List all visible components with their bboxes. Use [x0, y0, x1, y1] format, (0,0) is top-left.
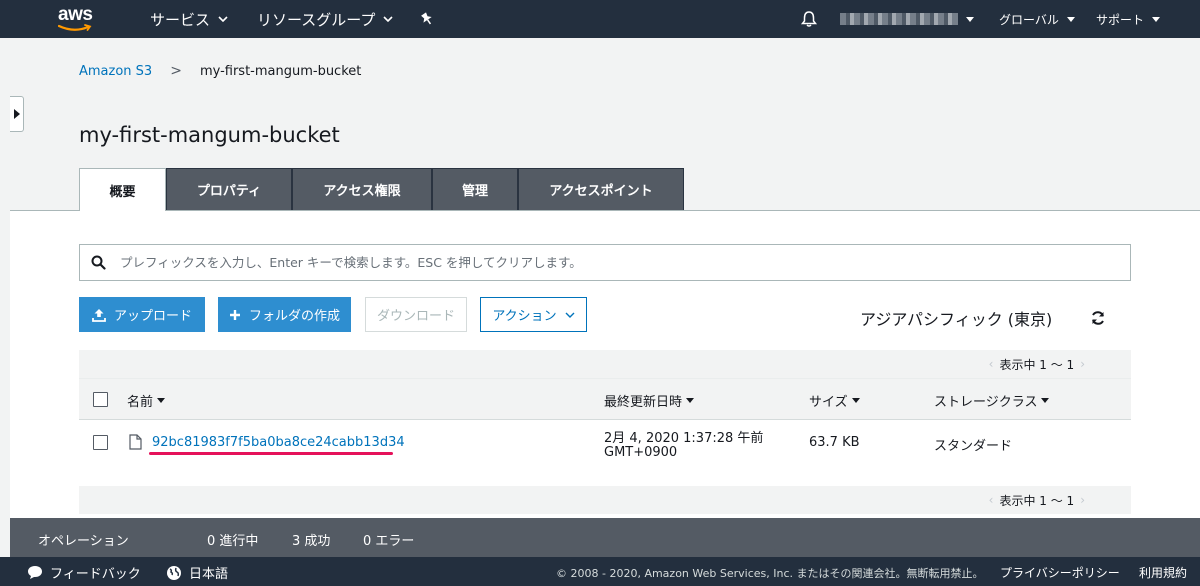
pin-icon — [421, 12, 432, 25]
privacy-policy-link[interactable]: プライバシーポリシー — [1000, 564, 1120, 581]
operations-label: オペレーション — [38, 534, 129, 549]
upload-button-label: アップロード — [113, 309, 192, 324]
tab-access-points[interactable]: アクセスポイント — [518, 168, 684, 210]
terms-link[interactable]: 利用規約 — [1139, 564, 1187, 581]
account-menu-obscured[interactable] — [840, 13, 958, 25]
resource-groups-label: リソースグループ — [257, 10, 376, 29]
object-storage-class: スタンダード — [934, 439, 1013, 454]
prefix-search-box — [79, 244, 1131, 281]
file-icon — [129, 434, 142, 450]
pager-next-button[interactable]: › — [1080, 493, 1085, 507]
create-folder-button[interactable]: フォルダの作成 — [218, 297, 351, 332]
bell-icon[interactable] — [800, 10, 818, 28]
tab-properties[interactable]: プロパティ — [166, 168, 292, 210]
operations-bar[interactable]: オペレーション 0 進行中 3 成功 0 エラー — [10, 518, 1200, 557]
aws-smile-icon — [58, 24, 92, 31]
pin-button[interactable] — [421, 0, 433, 38]
operations-errors: 0 エラー — [363, 534, 415, 549]
download-button[interactable]: ダウンロード — [365, 297, 467, 332]
column-header-last-modified[interactable]: 最終更新日時 — [604, 391, 695, 410]
object-name-link[interactable]: 92bc81983f7f5ba0ba8ce24cabb13d34 — [152, 435, 405, 450]
create-folder-button-label: フォルダの作成 — [248, 309, 340, 324]
sort-caret-icon — [157, 398, 166, 403]
globe-icon — [167, 565, 181, 580]
services-menu[interactable]: サービス — [150, 0, 228, 38]
refresh-icon[interactable] — [1090, 310, 1106, 326]
services-menu-label: サービス — [150, 10, 211, 29]
footer: フィードバック 日本語 © 2008 - 2020, Amazon Web Se… — [0, 557, 1200, 586]
object-table-header: 名前 最終更新日時 サイズ ストレージクラス — [79, 378, 1131, 420]
breadcrumb-current: my-first-mangum-bucket — [199, 63, 362, 79]
highlight-underline — [149, 452, 393, 455]
pager-next-button[interactable]: › — [1080, 357, 1085, 371]
search-icon — [91, 255, 106, 270]
prefix-search-input[interactable] — [120, 255, 1100, 270]
object-size: 63.7 KB — [809, 435, 860, 450]
operations-in-progress: 0 進行中 — [207, 534, 259, 549]
feedback-link[interactable]: フィードバック — [27, 563, 141, 582]
upload-icon — [92, 308, 106, 322]
download-button-label: ダウンロード — [376, 309, 455, 324]
tab-overview[interactable]: 概要 — [79, 168, 166, 211]
left-gutter — [0, 38, 10, 557]
chevron-down-icon — [218, 16, 228, 22]
support-menu[interactable]: サポート — [1096, 0, 1161, 38]
breadcrumb-amazon-s3-link[interactable]: Amazon S3 — [79, 64, 152, 79]
region-label: アジアパシフィック (東京) — [860, 310, 1053, 329]
column-header-size[interactable]: サイズ — [809, 391, 860, 410]
column-header-storage-class-label: ストレージクラス — [934, 395, 1038, 410]
sort-caret-icon — [1041, 398, 1050, 403]
speech-bubble-icon — [28, 566, 42, 579]
object-last-modified-timezone: GMT+0900 — [604, 445, 678, 460]
region-menu[interactable]: グローバル — [999, 0, 1075, 38]
language-label: 日本語 — [189, 567, 229, 582]
resource-groups-menu[interactable]: リソースグループ — [257, 0, 393, 38]
object-last-modified-date: 2月 4, 2020 1:37:28 午前 — [604, 431, 764, 446]
column-header-size-label: サイズ — [809, 395, 848, 410]
sort-caret-icon — [851, 398, 860, 403]
actions-dropdown[interactable]: アクション — [480, 297, 587, 332]
sort-caret-icon — [686, 398, 695, 403]
column-header-last-modified-label: 最終更新日時 — [604, 395, 683, 410]
breadcrumb-separator: > — [170, 63, 182, 79]
column-header-name[interactable]: 名前 — [127, 391, 166, 410]
caret-down-icon — [1066, 16, 1075, 22]
pager-prev-button[interactable]: ‹ — [989, 357, 994, 371]
row-checkbox[interactable] — [93, 435, 108, 450]
pager-top: ‹ 表示中 1 ～ 1 › — [79, 350, 1131, 378]
operations-success: 3 成功 — [292, 534, 331, 549]
language-selector[interactable]: 日本語 — [166, 563, 228, 582]
page-title: my-first-mangum-bucket — [79, 123, 340, 147]
region-menu-label: グローバル — [999, 12, 1059, 27]
column-header-name-label: 名前 — [127, 395, 154, 410]
pager-range: 表示中 1 ～ 1 — [999, 493, 1075, 508]
actions-dropdown-label: アクション — [492, 309, 557, 324]
chevron-down-icon — [565, 312, 575, 318]
feedback-label: フィードバック — [50, 567, 141, 582]
caret-down-icon — [966, 17, 974, 22]
caret-right-icon — [13, 109, 20, 119]
pager-bottom: ‹ 表示中 1 ～ 1 › — [79, 486, 1131, 514]
column-header-storage-class[interactable]: ストレージクラス — [934, 391, 1050, 410]
chevron-down-icon — [383, 16, 393, 22]
select-all-checkbox[interactable] — [93, 392, 108, 407]
aws-logo-text: aws — [58, 4, 93, 25]
aws-logo[interactable]: aws — [56, 4, 100, 34]
plus-icon — [229, 309, 240, 320]
copyright-text: © 2008 - 2020, Amazon Web Services, Inc.… — [556, 567, 984, 580]
tab-management[interactable]: 管理 — [432, 168, 518, 210]
support-menu-label: サポート — [1096, 12, 1145, 27]
breadcrumb: Amazon S3 > my-first-mangum-bucket — [79, 63, 361, 79]
bucket-tabs: 概要 プロパティ アクセス権限 管理 アクセスポイント — [79, 168, 684, 211]
sidebar-toggle-button[interactable] — [10, 96, 24, 132]
upload-button[interactable]: アップロード — [79, 297, 205, 332]
top-navigation: aws サービス リソースグループ グローバル サポート — [0, 0, 1200, 38]
caret-down-icon — [1152, 16, 1161, 22]
tab-permissions[interactable]: アクセス権限 — [292, 168, 432, 210]
pager-prev-button[interactable]: ‹ — [989, 493, 994, 507]
pager-range: 表示中 1 ～ 1 — [999, 357, 1075, 372]
